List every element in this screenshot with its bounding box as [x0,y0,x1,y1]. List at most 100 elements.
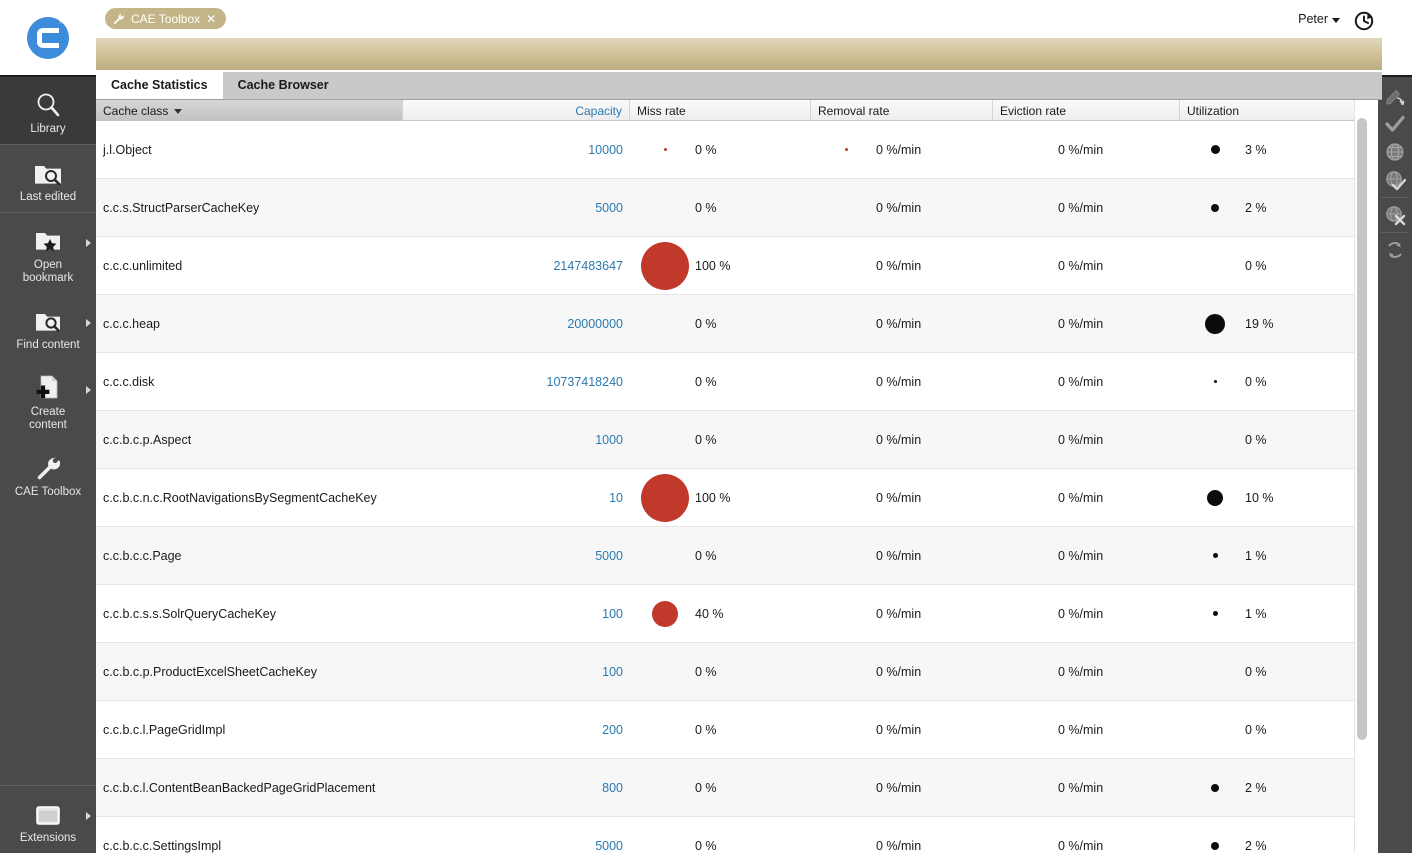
bubble-indicator [1187,353,1243,411]
folder-search-icon [30,154,66,188]
column-header-capacity[interactable]: Capacity [403,100,630,121]
cell-capacity[interactable]: 10 [403,469,630,527]
sidebar-item-label: Library [30,123,66,135]
column-header-utilization[interactable]: Utilization [1180,100,1362,121]
cell-capacity[interactable]: 2147483647 [403,237,630,295]
column-header-label: Miss rate [637,103,686,118]
tab-cache-statistics[interactable]: Cache Statistics [96,71,223,99]
cell-miss-rate: 100 % [630,469,811,527]
sidebar-item-library[interactable]: Library [0,77,96,144]
column-header-miss-rate[interactable]: Miss rate [630,100,811,121]
cell-utilization-value: 3 % [1245,142,1267,157]
cell-removal-rate-value: 0 %/min [876,838,922,853]
table-row[interactable]: c.c.b.c.l.ContentBeanBackedPageGridPlace… [96,759,1362,817]
cell-eviction-rate: 0 %/min [993,411,1180,469]
bubble-indicator [818,179,874,237]
table-row[interactable]: c.c.b.c.p.ProductExcelSheetCacheKey 100 0 … [96,643,1362,701]
chevron-right-icon[interactable] [86,319,91,327]
cell-miss-rate: 0 % [630,643,811,701]
globe-x-icon[interactable] [1382,201,1408,229]
globe-icon[interactable] [1382,138,1408,166]
cell-capacity[interactable]: 100 [403,643,630,701]
cell-cache-class: c.c.b.c.s.s.SolrQueryCacheKey [96,585,403,643]
cache-class-label: c.c.c.disk [103,374,155,389]
bubble-indicator [1187,179,1243,237]
chevron-right-icon[interactable] [86,239,91,247]
cell-capacity[interactable]: 1000 [403,411,630,469]
bubble-indicator [1000,237,1056,295]
cell-removal-rate-value: 0 %/min [876,548,922,563]
cell-miss-rate: 40 % [630,585,811,643]
cell-miss-rate-value: 0 % [695,142,717,157]
sidebar-item-find-content[interactable]: Find content [0,293,96,360]
rotate-icon[interactable] [1382,236,1408,264]
right-toolbar-rail [1378,75,1412,853]
sidebar-item-label-line2: content [29,419,67,431]
bubble-indicator [818,759,874,817]
cell-capacity[interactable]: 5000 [403,817,630,853]
capacity-value: 5000 [595,200,623,215]
table-row[interactable]: c.c.c.disk 10737418240 0 % 0 %/min 0 %/min 0 … [96,353,1362,411]
sidebar-item-cae-toolbox[interactable]: CAE Toolbox [0,440,96,507]
undo-edit-icon[interactable] [1382,82,1408,110]
checkmark-icon[interactable] [1382,110,1408,138]
scrollbar-thumb[interactable] [1357,118,1367,740]
table-row[interactable]: c.c.c.heap 20000000 0 % 0 %/min 0 %/min 19 % [96,295,1362,353]
capacity-value: 5000 [595,838,623,853]
capacity-value: 10000 [588,142,623,157]
cell-utilization-value: 19 % [1245,316,1274,331]
table-row[interactable]: c.c.s.StructParserCacheKey 5000 0 % 0 %/min… [96,179,1362,237]
table-row[interactable]: c.c.b.c.c.Page 5000 0 % 0 %/min 0 %/min 1 % [96,527,1362,585]
column-header-eviction-rate[interactable]: Eviction rate [993,100,1180,121]
tab-cache-browser[interactable]: Cache Browser [223,71,344,99]
bubble-glyph [1210,145,1220,154]
cell-capacity[interactable]: 800 [403,759,630,817]
cell-capacity[interactable]: 5000 [403,179,630,237]
table-row[interactable]: c.c.b.c.p.Aspect 1000 0 % 0 %/min 0 %/min 0 % [96,411,1362,469]
bubble-indicator [637,585,693,643]
bubble-indicator [818,353,874,411]
bubble-indicator [637,295,693,353]
bubble-indicator [637,411,693,469]
cell-removal-rate-value: 0 %/min [876,606,922,621]
application-window: ™ CAE Toolbox ✕ Peter Library Last edite… [0,0,1412,853]
cell-removal-rate-value: 0 %/min [876,374,922,389]
sidebar-item-open-bookmark[interactable]: Open bookmark [0,213,96,293]
table-row[interactable]: c.c.b.c.n.c.RootNavigationsBySegmentCach… [96,469,1362,527]
cell-utilization-value: 0 % [1245,722,1267,737]
cell-removal-rate-value: 0 %/min [876,432,922,447]
bubble-indicator [1000,817,1056,853]
table-row[interactable]: j.l.Object 10000 0 % 0 %/min 0 %/min 3 % [96,121,1362,179]
chevron-right-icon[interactable] [86,386,91,394]
cell-eviction-rate-value: 0 %/min [1058,838,1104,853]
sidebar-item-create-content[interactable]: Create content [0,360,96,440]
column-header-removal-rate[interactable]: Removal rate [811,100,993,121]
cell-capacity[interactable]: 5000 [403,527,630,585]
cell-eviction-rate: 0 %/min [993,585,1180,643]
bubble-indicator [818,585,874,643]
sidebar-item-last-edited[interactable]: Last edited [0,145,96,212]
cell-capacity[interactable]: 10000 [403,121,630,179]
cell-capacity[interactable]: 100 [403,585,630,643]
bubble-indicator [1187,759,1243,817]
cell-eviction-rate-value: 0 %/min [1058,316,1104,331]
table-row[interactable]: c.c.b.c.c.SettingsImpl 5000 0 % 0 %/min 0 %/… [96,817,1362,853]
bubble-indicator [1000,701,1056,759]
cell-capacity[interactable]: 10737418240 [403,353,630,411]
table-row[interactable]: c.c.c.unlimited 2147483647 100 % 0 %/min 0 %… [96,237,1362,295]
cell-miss-rate-value: 0 % [695,780,717,795]
bubble-glyph [1211,841,1219,850]
cell-removal-rate-value: 0 %/min [876,258,922,273]
vertical-scrollbar[interactable] [1354,100,1370,853]
table-row[interactable]: c.c.b.c.l.PageGridImpl 200 0 % 0 %/min 0 %/m… [96,701,1362,759]
chevron-right-icon[interactable] [86,812,91,820]
cell-miss-rate: 0 % [630,121,811,179]
column-header-cache-class[interactable]: Cache class [96,100,403,121]
cell-eviction-rate-value: 0 %/min [1058,374,1104,389]
cell-capacity[interactable]: 200 [403,701,630,759]
globe-check-icon[interactable] [1382,166,1408,194]
cache-class-label: c.c.b.c.l.ContentBeanBackedPageGridPlace… [103,780,376,795]
sidebar-item-extensions[interactable]: Extensions [0,786,96,853]
cell-capacity[interactable]: 20000000 [403,295,630,353]
table-row[interactable]: c.c.b.c.s.s.SolrQueryCacheKey 100 40 % 0 %/… [96,585,1362,643]
